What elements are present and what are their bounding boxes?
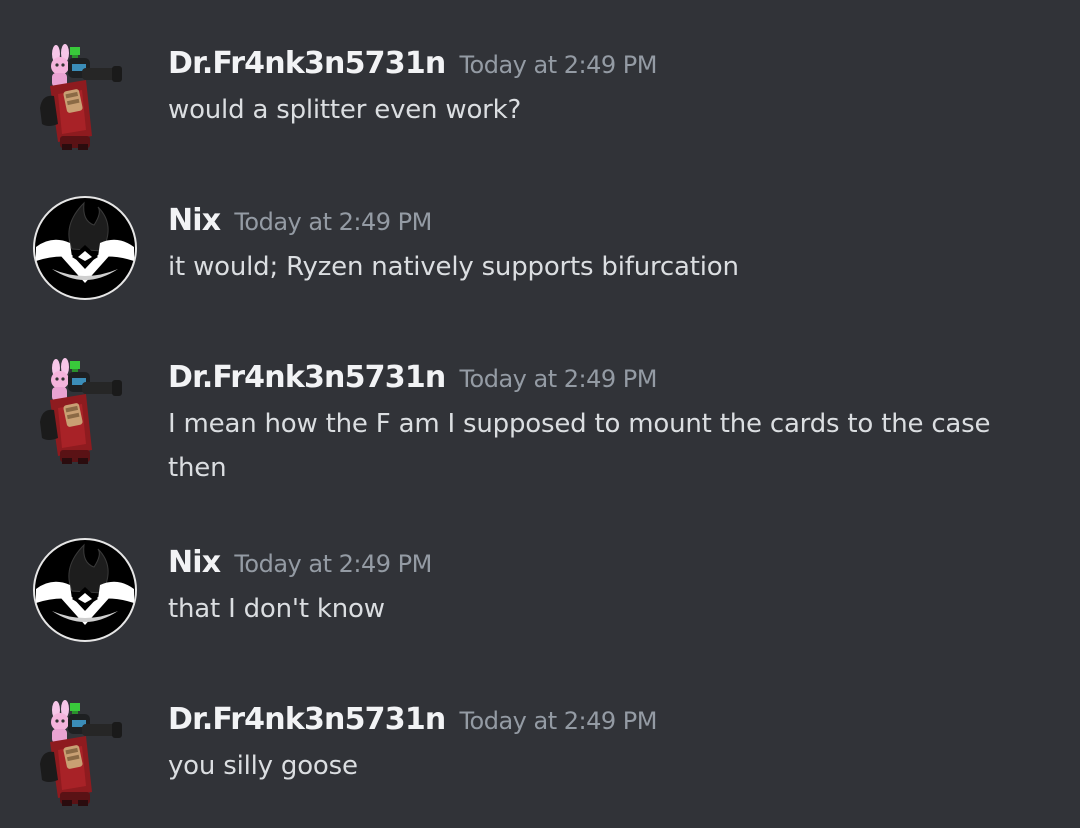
message-content: you silly goose xyxy=(168,751,358,781)
timestamp: Today at 2:49 PM xyxy=(234,550,432,578)
robot-avatar[interactable] xyxy=(32,700,138,806)
timestamp: Today at 2:49 PM xyxy=(459,707,657,735)
message-content: would a splitter even work? xyxy=(168,95,522,125)
message-header: Nix Today at 2:49 PM xyxy=(168,543,432,587)
message-content: it would; Ryzen natively supports bifurc… xyxy=(168,252,739,282)
username[interactable]: Dr.Fr4nk3n5731n xyxy=(168,360,446,395)
message-header: Dr.Fr4nk3n5731n Today at 2:49 PM xyxy=(168,358,657,402)
robot-avatar[interactable] xyxy=(32,358,138,464)
username[interactable]: Dr.Fr4nk3n5731n xyxy=(168,46,446,81)
username[interactable]: Nix xyxy=(168,203,221,238)
timestamp: Today at 2:49 PM xyxy=(459,51,657,79)
message-content: I mean how the F am I supposed to mount … xyxy=(168,409,991,483)
timestamp: Today at 2:49 PM xyxy=(459,365,657,393)
logo-avatar[interactable] xyxy=(32,195,138,301)
message-content: that I don't know xyxy=(168,594,385,624)
message-header: Dr.Fr4nk3n5731n Today at 2:49 PM xyxy=(168,44,657,88)
robot-avatar[interactable] xyxy=(32,44,138,150)
timestamp: Today at 2:49 PM xyxy=(234,208,432,236)
username[interactable]: Dr.Fr4nk3n5731n xyxy=(168,702,446,737)
message-header: Nix Today at 2:49 PM xyxy=(168,201,432,245)
username[interactable]: Nix xyxy=(168,545,221,580)
logo-avatar[interactable] xyxy=(32,537,138,643)
message-header: Dr.Fr4nk3n5731n Today at 2:49 PM xyxy=(168,700,657,744)
